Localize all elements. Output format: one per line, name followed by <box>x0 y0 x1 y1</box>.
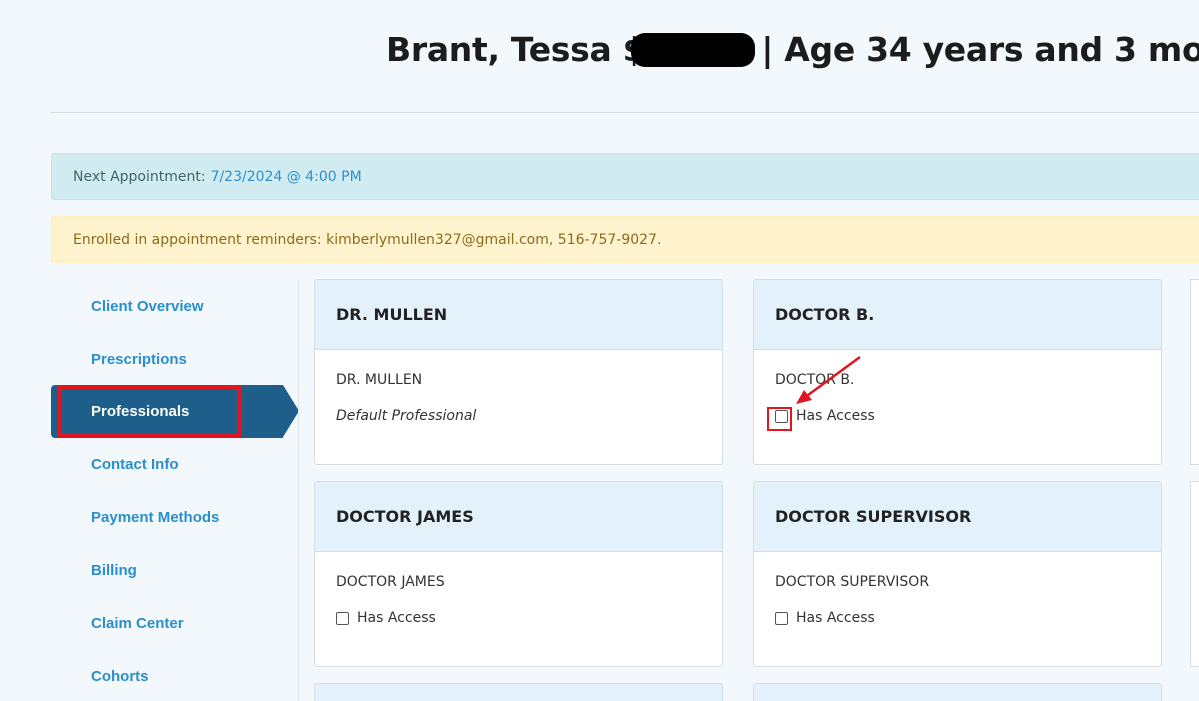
appointment-reminders-alert: Enrolled in appointment reminders: kimbe… <box>51 216 1199 263</box>
sidebar-item-cohorts[interactable]: Cohorts <box>51 650 281 701</box>
sidebar-item-contact-info[interactable]: Contact Info <box>51 438 281 491</box>
professional-name: DR. MULLEN <box>336 372 423 388</box>
sidebar-item-professionals[interactable]: Professionals <box>51 385 299 438</box>
next-appointment-label: Next Appointment: <box>73 168 206 185</box>
card-header: DOCTOR JAMES <box>315 482 722 552</box>
next-appointment-alert: Next Appointment: 7/23/2024 @ 4:00 PM <box>51 153 1199 200</box>
sidebar-divider <box>298 280 299 701</box>
professional-card-partial <box>1190 279 1199 465</box>
page-title: Brant, Tessa $ | Age 34 years and 3 mor <box>386 30 1199 69</box>
page-title-prefix: Brant, Tessa $ <box>386 30 646 69</box>
professional-card-dr-mullen: DR. MULLEN DR. MULLEN Default Profession… <box>314 279 723 465</box>
professional-card-partial <box>1190 481 1199 667</box>
sidebar-nav: Client Overview Prescriptions Profession… <box>51 280 299 701</box>
page-title-suffix: | Age 34 years and 3 mor <box>761 30 1199 69</box>
has-access-label[interactable]: Has Access <box>796 610 875 626</box>
default-professional-label: Default Professional <box>336 408 477 424</box>
has-access-checkbox[interactable] <box>336 611 349 625</box>
professional-name: DOCTOR B. <box>775 372 855 388</box>
access-row: Has Access <box>775 408 1140 424</box>
header-divider <box>51 112 1199 113</box>
has-access-checkbox[interactable] <box>775 611 788 625</box>
professional-card-doctor-james: DOCTOR JAMES DOCTOR JAMES Has Access <box>314 481 723 667</box>
sidebar-item-client-overview[interactable]: Client Overview <box>51 280 281 333</box>
sidebar-item-claim-center[interactable]: Claim Center <box>51 597 281 650</box>
professional-name: DOCTOR JAMES <box>336 574 445 590</box>
redaction-mark <box>631 33 756 67</box>
has-access-label[interactable]: Has Access <box>357 610 436 626</box>
has-access-label[interactable]: Has Access <box>796 408 875 424</box>
professional-card-doctor-b: DOCTOR B. DOCTOR B. Has Access <box>753 279 1162 465</box>
sidebar-item-billing[interactable]: Billing <box>51 544 281 597</box>
appointment-reminders-text: Enrolled in appointment reminders: kimbe… <box>73 231 662 248</box>
has-access-checkbox[interactable] <box>775 409 788 423</box>
sidebar-item-payment-methods[interactable]: Payment Methods <box>51 491 281 544</box>
professional-card-doctor-supervisor: DOCTOR SUPERVISOR DOCTOR SUPERVISOR Has … <box>753 481 1162 667</box>
sidebar-item-prescriptions[interactable]: Prescriptions <box>51 333 281 386</box>
next-appointment-link[interactable]: 7/23/2024 @ 4:00 PM <box>211 169 362 185</box>
access-row: Has Access <box>775 610 1140 626</box>
access-row: Has Access <box>336 610 701 626</box>
card-header: DOCTOR B. <box>754 280 1161 350</box>
professional-card-partial <box>753 683 1162 701</box>
professional-name: DOCTOR SUPERVISOR <box>775 574 930 590</box>
card-header: DR. MULLEN <box>315 280 722 350</box>
professional-card-partial <box>314 683 723 701</box>
card-header: DOCTOR SUPERVISOR <box>754 482 1161 552</box>
